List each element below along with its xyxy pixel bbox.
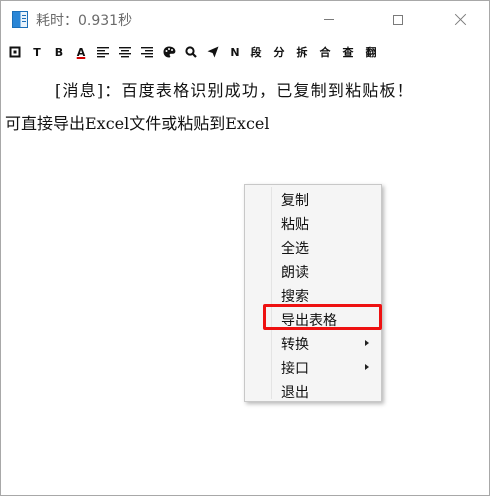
menu-item-copy[interactable]: 复制 <box>245 187 381 211</box>
toolbar-font-color-button[interactable]: A <box>73 42 89 62</box>
minimize-button[interactable] <box>306 1 352 38</box>
menu-item-label: 复制 <box>281 193 309 209</box>
menu-item-label: 接口 <box>281 361 309 377</box>
toolbar: T B A N 段 分 拆 合 查 翻 <box>1 39 489 65</box>
toolbar-translate-button[interactable]: 翻 <box>364 42 378 62</box>
app-icon <box>12 11 28 28</box>
menu-item-paste[interactable]: 粘贴 <box>245 211 381 235</box>
toolbar-box-button[interactable] <box>7 42 23 62</box>
box-icon <box>9 46 21 58</box>
toolbar-send-button[interactable] <box>205 42 221 62</box>
menu-item-convert[interactable]: 转换 <box>245 331 381 355</box>
toolbar-merge-button[interactable]: 合 <box>318 42 332 62</box>
menu-item-exit[interactable]: 退出 <box>245 379 381 403</box>
toolbar-search-button[interactable] <box>183 42 199 62</box>
message-line: [消息]：百度表格识别成功，已复制到粘贴板！ <box>55 81 414 100</box>
menu-item-label: 粘贴 <box>281 217 309 233</box>
menu-item-select-all[interactable]: 全选 <box>245 235 381 259</box>
toolbar-lookup-button[interactable]: 查 <box>341 42 355 62</box>
maximize-button[interactable] <box>375 1 421 38</box>
toolbar-text-button[interactable]: T <box>29 42 45 62</box>
menu-item-interface[interactable]: 接口 <box>245 355 381 379</box>
toolbar-align-right-button[interactable] <box>139 42 155 62</box>
export-table-highlight <box>263 304 382 330</box>
menu-item-label: 朗读 <box>281 265 309 281</box>
align-right-icon <box>141 47 153 58</box>
submenu-arrow-icon <box>365 364 369 370</box>
window-title: 耗时：0.931秒 <box>36 13 133 29</box>
submenu-arrow-icon <box>365 340 369 346</box>
toolbar-separate-button[interactable]: 拆 <box>295 42 309 62</box>
toolbar-align-left-button[interactable] <box>95 42 111 62</box>
search-icon <box>185 46 197 58</box>
align-center-icon <box>119 47 131 58</box>
toolbar-segment-button[interactable]: 段 <box>249 42 263 62</box>
menu-item-read-aloud[interactable]: 朗读 <box>245 259 381 283</box>
context-menu: 复制 粘贴 全选 朗读 搜索 导出表格 转换 接口 退出 <box>244 184 382 402</box>
menu-item-label: 转换 <box>281 337 309 353</box>
hint-line: 可直接导出Excel文件或粘贴到Excel <box>5 114 270 133</box>
toolbar-align-center-button[interactable] <box>117 42 133 62</box>
menu-item-label: 搜索 <box>281 289 309 305</box>
toolbar-bold-button[interactable]: B <box>51 42 67 62</box>
toolbar-split-button[interactable]: 分 <box>272 42 286 62</box>
toolbar-n-button[interactable]: N <box>227 42 243 62</box>
send-icon <box>207 46 219 58</box>
close-button[interactable] <box>437 1 483 38</box>
align-left-icon <box>97 47 109 58</box>
title-bar[interactable]: 耗时：0.931秒 <box>1 1 489 38</box>
palette-icon <box>163 46 175 58</box>
minimize-icon <box>324 19 334 20</box>
maximize-icon <box>393 14 403 25</box>
close-icon <box>454 13 467 26</box>
toolbar-palette-button[interactable] <box>161 42 177 62</box>
menu-item-label: 全选 <box>281 241 309 257</box>
menu-item-label: 退出 <box>281 385 309 401</box>
